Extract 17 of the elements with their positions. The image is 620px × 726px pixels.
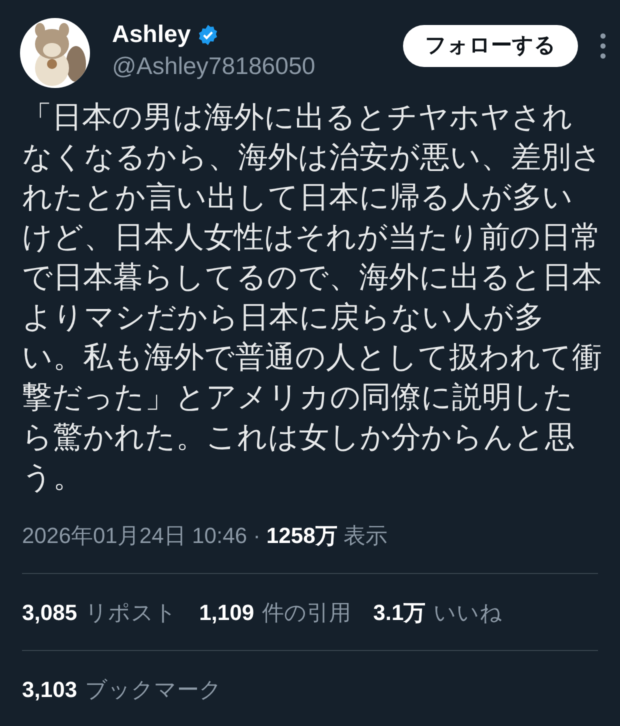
bookmark-count[interactable]: 3,103	[22, 672, 78, 706]
stat-label[interactable]: リポスト	[85, 596, 178, 628]
author-name[interactable]: Ashley	[112, 17, 191, 53]
author-handle[interactable]: @Ashley78186050	[112, 52, 316, 82]
separator: ·	[253, 522, 260, 550]
stat-label[interactable]: いいね	[434, 596, 503, 628]
bookmark-label[interactable]: ブックマーク	[85, 672, 222, 706]
follow-button[interactable]: フォローする	[403, 25, 578, 67]
view-label: 表示	[343, 522, 388, 550]
stat-label[interactable]: 件の引用	[262, 596, 352, 628]
stat-count[interactable]: 3.1万	[373, 596, 426, 628]
stat-count[interactable]: 3,085	[22, 596, 78, 628]
stat-count[interactable]: 1,109	[199, 596, 254, 628]
post-text: 「日本の男は海外に出るとチヤホヤされなくなるから、海外は治安が悪い、差別されたとか言い出して日本に帰る人が多いけど、日本人女性はそれが当たり前の日常で日本暮らしてるので、海外に出ると日本よりマシだから日本に戻らない人が多い。私も海外で普通の人として扱われて衝撃だった」とアメリカの同僚に説明したら驚かれた。これは女しか分からんと思う。	[22, 100, 602, 496]
timestamp[interactable]: 2026年01月24日 10:46	[22, 518, 248, 552]
view-count: 1258万	[266, 522, 338, 550]
more-icon[interactable]	[600, 33, 606, 59]
